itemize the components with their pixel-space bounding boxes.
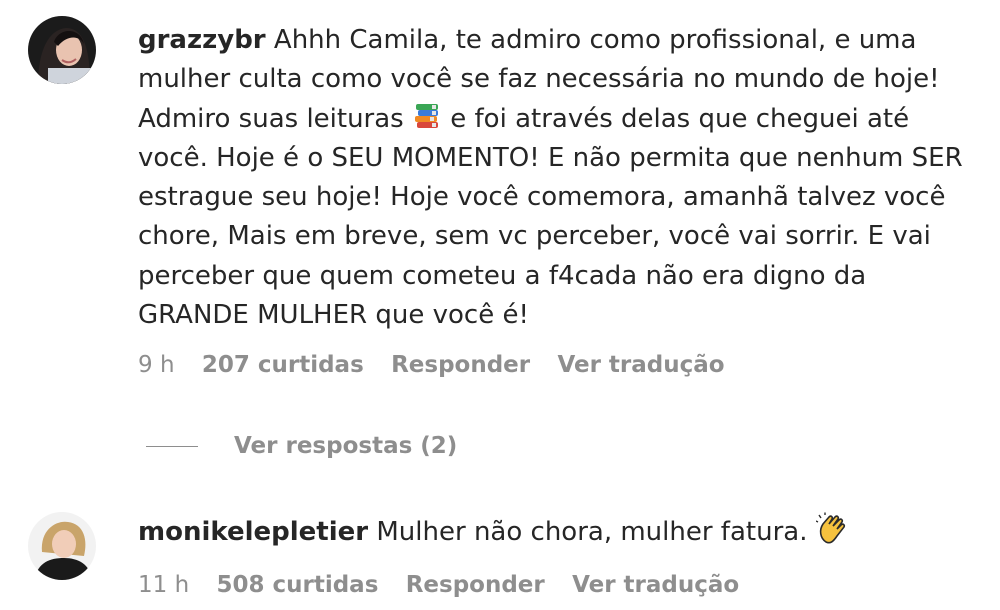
view-replies-label: Ver respostas (2) [234,433,458,459]
translate-button[interactable]: Ver tradução [557,352,724,378]
view-replies-button[interactable]: Ver respostas (2) [146,430,457,462]
comment-body: grazzybr Ahhh Camila, te admiro como pro… [138,21,968,335]
replies-divider [146,445,198,447]
translate-button[interactable]: Ver tradução [572,572,739,598]
avatar-photo-icon [28,512,96,580]
reply-button[interactable]: Responder [406,572,545,598]
likes-count[interactable]: 508 curtidas [216,572,378,598]
timestamp: 11 h [138,572,190,598]
comment-text: Mulher não chora, mulher fatura. [376,517,808,547]
comment-meta: 9 h 207 curtidas Responder Ver tradução [138,352,745,378]
likes-count[interactable]: 207 curtidas [202,352,364,378]
comment-text-part-2: e foi através delas que cheguei até você… [138,103,963,331]
comment-body: monikelepletier Mulher não chora, mulher… [138,512,968,552]
avatar[interactable] [28,16,96,84]
books-icon [412,101,442,131]
clapping-hands-icon [815,512,850,546]
comment-meta: 11 h 508 curtidas Responder Ver tradução [138,572,759,598]
timestamp: 9 h [138,352,175,378]
reply-button[interactable]: Responder [391,352,530,378]
username[interactable]: monikelepletier [138,517,368,547]
username[interactable]: grazzybr [138,25,266,55]
avatar[interactable] [28,512,96,580]
avatar-photo-icon [28,16,96,84]
